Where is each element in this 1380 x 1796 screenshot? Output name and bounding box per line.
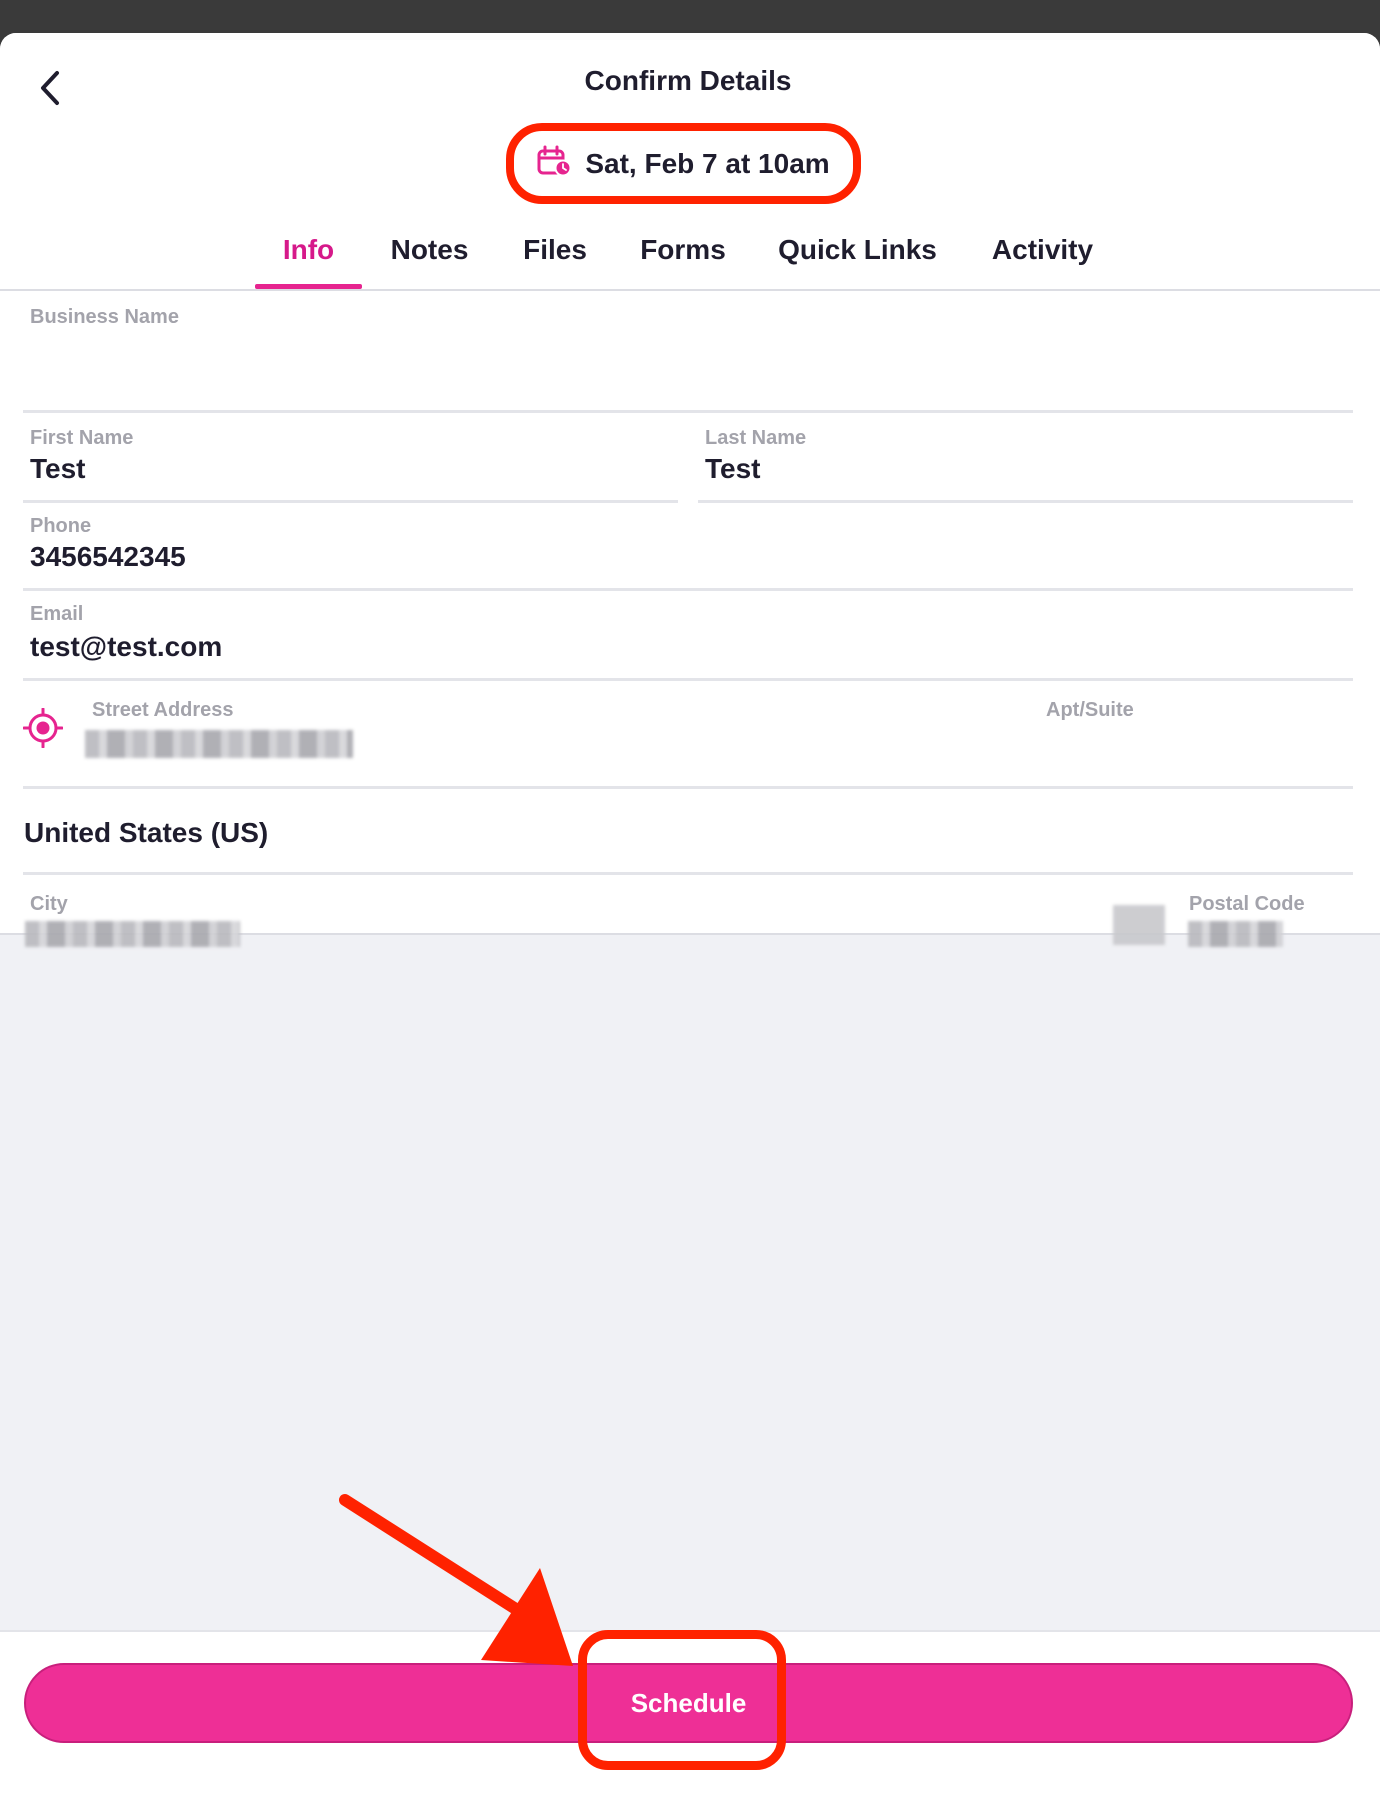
schedule-highlight-annotation bbox=[578, 1630, 786, 1770]
tab-notes[interactable]: Notes bbox=[382, 228, 477, 291]
confirm-details-sheet: Confirm Details Sat, Feb 7 at 10am Info … bbox=[0, 33, 1380, 1796]
phone-value: 3456542345 bbox=[30, 541, 186, 572]
state-value-redacted[interactable] bbox=[1113, 905, 1165, 945]
tab-activity[interactable]: Activity bbox=[980, 228, 1105, 291]
calendar-clock-icon bbox=[537, 145, 572, 182]
phone-label: Phone bbox=[30, 515, 92, 537]
business-name-field[interactable]: Business Name bbox=[23, 291, 1353, 413]
street-address-value-redacted[interactable] bbox=[85, 730, 353, 758]
appointment-date-text: Sat, Feb 7 at 10am bbox=[585, 147, 830, 179]
street-address-label: Street Address bbox=[92, 699, 234, 721]
page-title: Confirm Details bbox=[584, 65, 792, 96]
tab-files[interactable]: Files bbox=[510, 228, 600, 291]
postal-code-value-redacted[interactable] bbox=[1188, 921, 1283, 947]
address-row: Street Address Apt/Suite bbox=[22, 681, 1353, 789]
arrow-annotation-icon bbox=[330, 1488, 600, 1693]
email-label: Email bbox=[30, 603, 84, 625]
tab-bar: Info Notes Files Forms Quick Links Activ… bbox=[0, 228, 1380, 291]
first-name-label: First Name bbox=[30, 427, 134, 449]
country-field[interactable]: United States (US) bbox=[23, 789, 1353, 875]
apt-suite-label[interactable]: Apt/Suite bbox=[1046, 699, 1134, 722]
first-name-value: Test bbox=[30, 453, 86, 484]
country-value: United States (US) bbox=[24, 817, 269, 848]
last-name-label: Last Name bbox=[705, 427, 807, 449]
city-postal-row: City Postal Code bbox=[23, 875, 1353, 947]
email-field[interactable]: Email test@test.com bbox=[23, 591, 1353, 681]
business-name-label: Business Name bbox=[30, 306, 179, 328]
first-name-field[interactable]: First Name Test bbox=[23, 413, 678, 503]
info-form: Business Name First Name Test Last Name … bbox=[0, 291, 1380, 947]
header: Confirm Details Sat, Feb 7 at 10am Info … bbox=[0, 33, 1380, 291]
last-name-field[interactable]: Last Name Test bbox=[698, 413, 1353, 503]
postal-code-label: Postal Code bbox=[1189, 893, 1305, 915]
tab-quick-links[interactable]: Quick Links bbox=[770, 228, 945, 291]
city-value-redacted[interactable] bbox=[25, 921, 240, 947]
appointment-date-chip[interactable]: Sat, Feb 7 at 10am bbox=[506, 123, 861, 204]
active-tab-indicator bbox=[255, 284, 362, 289]
tab-forms[interactable]: Forms bbox=[628, 228, 738, 291]
phone-field[interactable]: Phone 3456542345 bbox=[23, 503, 1353, 591]
last-name-value: Test bbox=[705, 453, 761, 484]
email-value: test@test.com bbox=[30, 631, 223, 662]
tab-info[interactable]: Info bbox=[255, 228, 362, 291]
city-label: City bbox=[30, 893, 68, 915]
location-target-icon[interactable] bbox=[22, 707, 67, 752]
